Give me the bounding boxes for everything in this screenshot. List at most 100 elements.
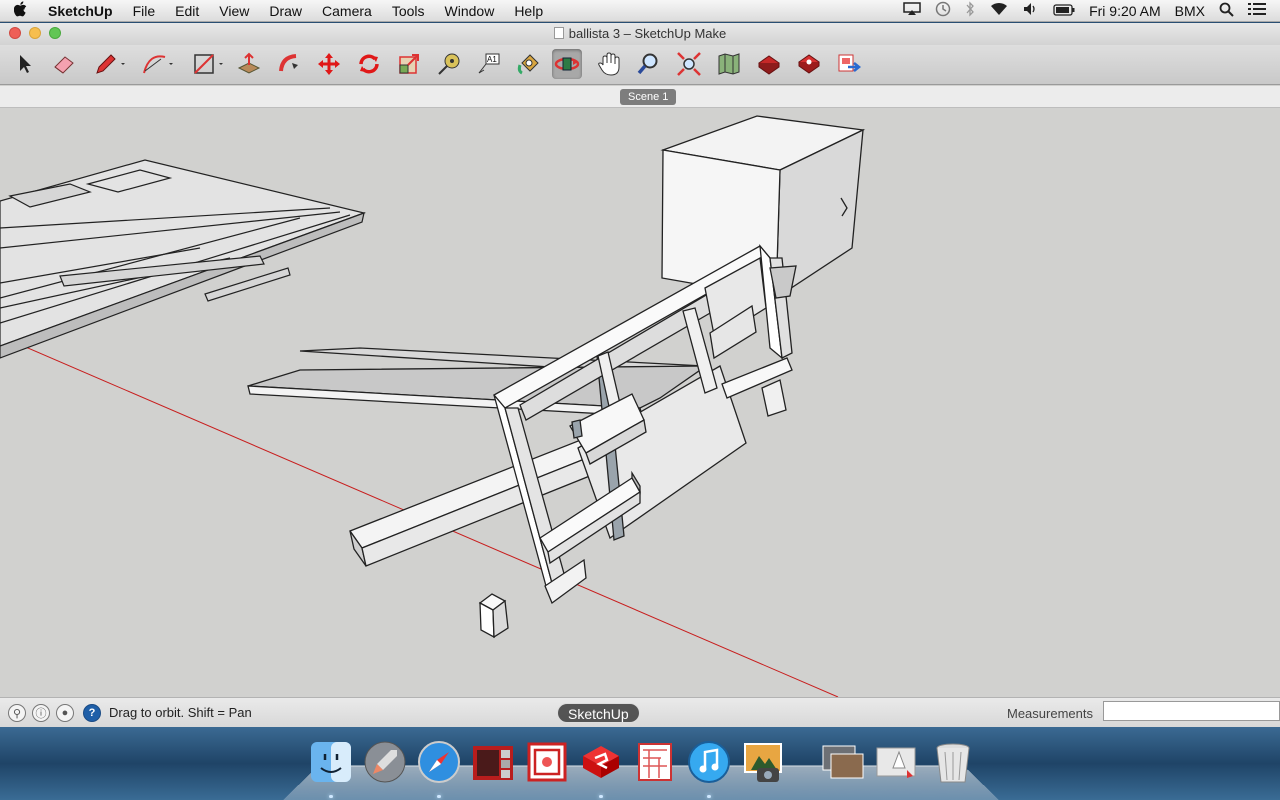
app-menu[interactable]: SketchUp: [40, 3, 123, 19]
rotate-icon: [359, 54, 379, 74]
help-icon[interactable]: ?: [83, 704, 101, 722]
move-tool-button[interactable]: [314, 49, 344, 79]
scale-icon: [399, 54, 419, 74]
iphoto-icon: [744, 743, 782, 782]
dock-downloads-stack[interactable]: [818, 737, 868, 787]
clock[interactable]: Fri 9:20 AM: [1089, 3, 1161, 19]
follow-me-icon: [279, 54, 298, 72]
rectangle-tool-button[interactable]: [188, 49, 228, 79]
warehouse-icon: [758, 55, 780, 75]
style-builder-icon: [638, 743, 672, 781]
pan-tool-button[interactable]: [594, 49, 624, 79]
small-block: [478, 593, 509, 639]
extension-warehouse-tool-button[interactable]: [794, 49, 824, 79]
scene-tab-bar: Scene 1: [0, 86, 1280, 108]
eraser-tool-button[interactable]: [49, 49, 79, 79]
sketchup-running-indicator: [599, 795, 603, 798]
dock-layout[interactable]: [522, 737, 572, 787]
geolocation-icon[interactable]: ⚲: [8, 704, 26, 722]
menu-help[interactable]: Help: [504, 3, 553, 19]
dock-safari[interactable]: [414, 737, 464, 787]
user-name[interactable]: BMX: [1175, 3, 1205, 19]
magnifier-icon: [637, 53, 658, 75]
zoom-extents-icon: [677, 52, 701, 76]
bluetooth-icon[interactable]: [965, 1, 975, 20]
time-machine-icon[interactable]: [935, 1, 951, 20]
documents-stack-icon: [876, 747, 916, 778]
arc-icon: [143, 55, 173, 74]
select-tool-button[interactable]: [10, 49, 40, 79]
3d-warehouse-tool-button[interactable]: [714, 49, 744, 79]
menu-draw[interactable]: Draw: [259, 3, 312, 19]
dock-itunes[interactable]: [684, 737, 734, 787]
credits-icon[interactable]: ⓘ: [32, 704, 50, 722]
hand-icon: [598, 52, 620, 76]
zoom-window-button[interactable]: [49, 27, 61, 39]
user-account-icon[interactable]: ●: [56, 704, 74, 722]
itunes-icon: [688, 741, 730, 783]
title-bar[interactable]: ballista 3 – SketchUp Make: [0, 23, 1280, 45]
menu-window[interactable]: Window: [435, 3, 505, 19]
zoom-tool-button[interactable]: [634, 49, 664, 79]
menu-tools[interactable]: Tools: [382, 3, 435, 19]
minimize-window-button[interactable]: [29, 27, 41, 39]
dock-iphoto[interactable]: [738, 737, 788, 787]
itunes-running-indicator: [707, 795, 711, 798]
finder-running-indicator: [329, 795, 333, 798]
extension-warehouse-icon: [798, 54, 820, 74]
tape-measure-tool-button[interactable]: [434, 49, 464, 79]
menu-edit[interactable]: Edit: [165, 3, 209, 19]
downloads-stack-icon: [822, 745, 864, 779]
front-frame: [492, 243, 797, 605]
move-icon: [318, 53, 340, 75]
document-icon: [553, 27, 564, 39]
menu-view[interactable]: View: [209, 3, 259, 19]
tape-measure-icon: [438, 53, 460, 75]
push-pull-tool-button[interactable]: [234, 49, 264, 79]
dock-style-builder[interactable]: [630, 737, 680, 787]
dock-finder[interactable]: [306, 737, 356, 787]
scale-tool-button[interactable]: [394, 49, 424, 79]
send-to-layout-icon: [838, 54, 862, 72]
dock-documents-stack[interactable]: [872, 737, 922, 787]
pencil-tool-button[interactable]: [90, 49, 130, 79]
scene-tab[interactable]: Scene 1: [620, 89, 677, 105]
volume-icon[interactable]: [1023, 2, 1039, 19]
airplay-icon[interactable]: [903, 2, 921, 19]
safari-icon: [418, 741, 460, 783]
sketchup-icon: [583, 746, 619, 778]
push-pull-icon: [237, 52, 261, 74]
layout-send-tool-button[interactable]: [834, 49, 864, 79]
sketchup-window: ballista 3 – SketchUp Make A1 Scene 1 ⚲ …: [0, 23, 1280, 727]
dock-trash[interactable]: [928, 737, 978, 787]
status-hint: Drag to orbit. Shift = Pan: [109, 705, 252, 720]
model-viewport[interactable]: [0, 108, 1280, 697]
share-model-tool-button[interactable]: [754, 49, 784, 79]
close-window-button[interactable]: [9, 27, 21, 39]
follow-me-tool-button[interactable]: [274, 49, 304, 79]
notification-center-icon[interactable]: [1248, 2, 1266, 19]
battery-icon[interactable]: [1053, 3, 1075, 19]
menu-camera[interactable]: Camera: [312, 3, 382, 19]
spotlight-icon[interactable]: [1219, 2, 1234, 20]
wifi-icon[interactable]: [989, 2, 1009, 19]
menu-bar: SketchUp File Edit View Draw Camera Tool…: [0, 0, 1280, 22]
svg-text:A1: A1: [487, 55, 497, 64]
apple-menu-icon[interactable]: [13, 0, 40, 21]
zoom-extents-tool-button[interactable]: [674, 49, 704, 79]
text-tool-button[interactable]: A1: [474, 49, 504, 79]
arc-tool-button[interactable]: [138, 49, 178, 79]
map-icon: [718, 53, 740, 75]
main-toolbar: A1: [0, 45, 1280, 85]
launchpad-icon: [364, 741, 406, 783]
model-drawing: [0, 115, 866, 697]
paint-bucket-tool-button[interactable]: [514, 49, 544, 79]
dock-sketchup[interactable]: [576, 737, 626, 787]
dock-launchpad[interactable]: [360, 737, 410, 787]
measurements-input[interactable]: [1103, 701, 1280, 721]
layout-icon: [527, 742, 567, 782]
dock-photo-booth[interactable]: [468, 737, 518, 787]
orbit-tool-button[interactable]: [552, 49, 582, 79]
menu-file[interactable]: File: [123, 3, 166, 19]
rotate-tool-button[interactable]: [354, 49, 384, 79]
